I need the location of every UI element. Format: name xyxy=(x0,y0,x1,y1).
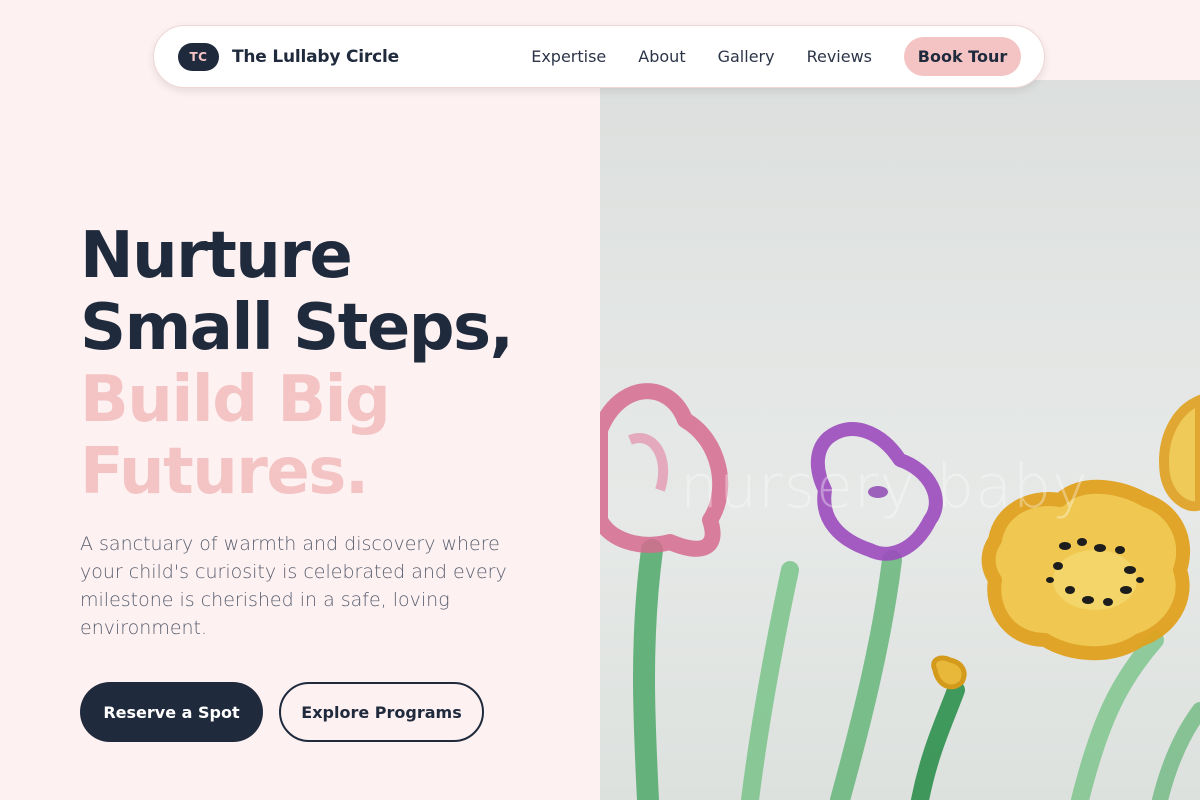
top-navigation: TC The Lullaby Circle Expertise About Ga… xyxy=(153,25,1045,88)
hero-image: nursery baby xyxy=(600,80,1200,800)
hero-description: A sanctuary of warmth and discovery wher… xyxy=(80,533,507,639)
image-watermark: nursery baby xyxy=(680,452,1089,522)
headline-line-1: Nurture xyxy=(80,219,353,293)
nav-link-expertise[interactable]: Expertise xyxy=(531,47,606,66)
nav-link-gallery[interactable]: Gallery xyxy=(718,47,775,66)
headline-line-2: Small Steps, xyxy=(80,291,514,365)
book-tour-button[interactable]: Book Tour xyxy=(904,37,1021,76)
nav-link-about[interactable]: About xyxy=(638,47,685,66)
hero-headline: Nurture Small Steps, Build Big Futures. xyxy=(80,219,514,509)
nav-links: Expertise About Gallery Reviews Book Tou… xyxy=(531,37,1021,76)
logo-badge[interactable]: TC xyxy=(178,42,219,71)
brand-name[interactable]: The Lullaby Circle xyxy=(232,47,399,67)
headline-line-4: Futures. xyxy=(80,435,369,509)
nav-link-reviews[interactable]: Reviews xyxy=(807,47,872,66)
watercolor-flowers-illustration xyxy=(600,383,1200,800)
reserve-spot-button[interactable]: Reserve a Spot xyxy=(80,682,263,742)
headline-line-3: Build Big xyxy=(80,363,391,437)
explore-programs-button[interactable]: Explore Programs xyxy=(279,682,484,742)
